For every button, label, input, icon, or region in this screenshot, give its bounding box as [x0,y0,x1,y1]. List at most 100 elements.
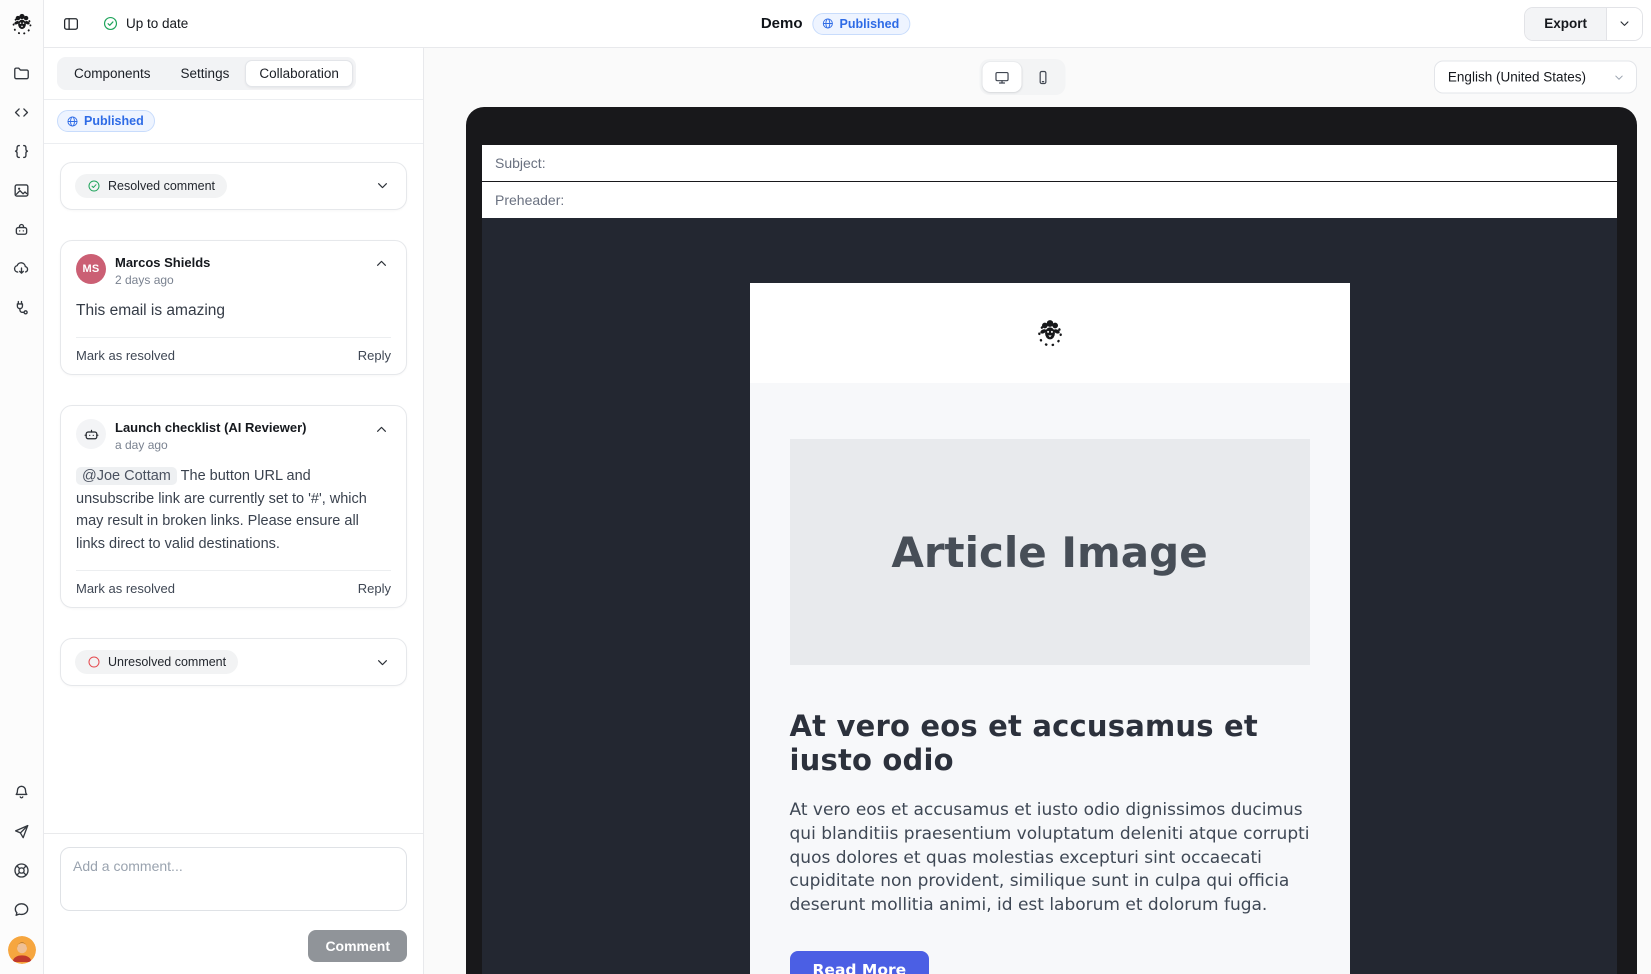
resolved-comments-toggle[interactable]: Resolved comment [60,162,407,210]
app-logo [0,0,44,48]
globe-icon [822,17,835,30]
avatar: MS [76,254,106,284]
export-button[interactable]: Export [1525,8,1606,40]
chevron-down-icon [1612,70,1626,84]
email-paragraph: At vero eos et accusamus et iusto odio d… [790,799,1310,918]
tab-collaboration[interactable]: Collaboration [245,60,353,87]
globe-icon [66,115,79,128]
email-heading: At vero eos et accusamus et iusto odio [790,709,1310,777]
export-button-group: Export [1524,7,1643,41]
tab-settings[interactable]: Settings [167,60,244,87]
chevron-up-icon[interactable] [371,254,391,274]
notifications-bell-icon[interactable] [10,780,34,804]
folder-icon[interactable] [10,61,34,85]
chat-icon[interactable] [10,897,34,921]
email-canvas: Article Image At vero eos et accusamus e… [482,218,1617,974]
tab-components[interactable]: Components [60,60,165,87]
comment-author: Marcos Shields [115,255,362,271]
comment-input[interactable] [60,847,407,911]
check-circle-icon [102,15,119,32]
icon-rail [0,0,44,974]
integrations-plug-icon[interactable] [10,295,34,319]
sync-status-label: Up to date [126,16,188,31]
article-image-label: Article Image [891,528,1207,577]
ai-robot-icon[interactable] [10,217,34,241]
image-icon[interactable] [10,178,34,202]
cloud-download-icon[interactable] [10,256,34,280]
comment-body: This email is amazing [76,300,391,322]
reply-button[interactable]: Reply [358,581,391,596]
preview-toolbar: English (United States) [424,48,1651,106]
app-window: Up to date Demo Published Export [0,0,1651,974]
email-body: Article Image At vero eos et accusamus e… [750,383,1350,974]
user-avatar[interactable] [8,936,36,964]
subject-field[interactable]: Subject: [482,145,1617,181]
comment-submit-button[interactable]: Comment [308,930,407,962]
comment-meta: Marcos Shields 2 days ago [115,254,362,287]
published-status-badge: Published [813,13,911,35]
user-mention: @Joe Cottam [76,467,177,485]
email-logo-header [750,283,1350,383]
preheader-label: Preheader: [495,192,564,208]
monitor-icon [993,69,1010,86]
comment-actions: Mark as resolved Reply [76,570,391,596]
comment-timestamp: 2 days ago [115,273,362,287]
panel-tabs: Components Settings Collaboration [57,57,356,90]
unresolved-comments-toggle[interactable]: Unresolved comment [60,638,407,686]
unresolved-comment-pill: Unresolved comment [75,650,238,674]
comment-card: MS Marcos Shields 2 days ago This email … [60,240,407,376]
robot-avatar-icon [76,419,106,449]
rail-top-group [10,48,34,319]
export-menu-button[interactable] [1606,8,1642,40]
panel-status-row: Published [44,100,423,144]
email-document: Article Image At vero eos et accusamus e… [750,283,1350,974]
sheep-logo-icon [1031,314,1069,352]
preheader-field[interactable]: Preheader: [482,182,1617,218]
language-select-value: English (United States) [1448,70,1586,85]
topbar-center: Demo Published [761,0,910,47]
comment-actions: Mark as resolved Reply [76,337,391,363]
comment-timestamp: a day ago [115,438,362,452]
help-lifebuoy-icon[interactable] [10,858,34,882]
rail-bottom-group [8,767,36,974]
device-toggle [979,59,1065,95]
unresolved-circle-icon [87,655,101,669]
composer-actions: Comment [60,930,407,962]
language-select[interactable]: English (United States) [1434,61,1637,94]
mark-as-resolved-button[interactable]: Mark as resolved [76,581,175,596]
sheep-logo-icon [7,9,37,39]
comment-composer: Comment [44,833,423,974]
comment-meta: Launch checklist (AI Reviewer) a day ago [115,419,362,452]
comments-list: Resolved comment MS Marcos Shields 2 d [44,144,423,834]
chevron-down-icon[interactable] [372,176,392,196]
comment-header: MS Marcos Shields 2 days ago [76,254,391,287]
email-frame: Subject: Preheader: [466,107,1637,974]
code-icon[interactable] [10,100,34,124]
reply-button[interactable]: Reply [358,348,391,363]
resolved-check-icon [87,179,101,193]
chevron-up-icon[interactable] [371,419,391,439]
comment-card: Launch checklist (AI Reviewer) a day ago… [60,405,407,608]
published-badge: Published [57,110,155,132]
send-icon[interactable] [10,819,34,843]
topbar-left: Up to date [58,11,188,37]
mobile-view-button[interactable] [1023,62,1062,92]
mark-as-resolved-button[interactable]: Mark as resolved [76,348,175,363]
sidebar-toggle-icon[interactable] [58,11,84,37]
chevron-down-icon[interactable] [372,652,392,672]
top-bar: Up to date Demo Published Export [44,0,1651,48]
resolved-comment-pill: Resolved comment [75,174,227,198]
chevron-down-icon [1617,16,1632,31]
email-preview-area: English (United States) Subject: Prehead… [424,48,1651,974]
article-image-placeholder: Article Image [790,439,1310,665]
comment-header: Launch checklist (AI Reviewer) a day ago [76,419,391,452]
document-title: Demo [761,15,803,32]
subject-label: Subject: [495,155,546,171]
panel-tabs-row: Components Settings Collaboration [44,48,423,100]
sync-status: Up to date [102,15,188,32]
braces-icon[interactable] [10,139,34,163]
desktop-view-button[interactable] [982,62,1021,92]
comment-body: @Joe Cottam The button URL and unsubscri… [76,465,391,555]
read-more-button[interactable]: Read More [790,951,930,974]
collaboration-panel: Components Settings Collaboration Publis… [44,48,424,974]
